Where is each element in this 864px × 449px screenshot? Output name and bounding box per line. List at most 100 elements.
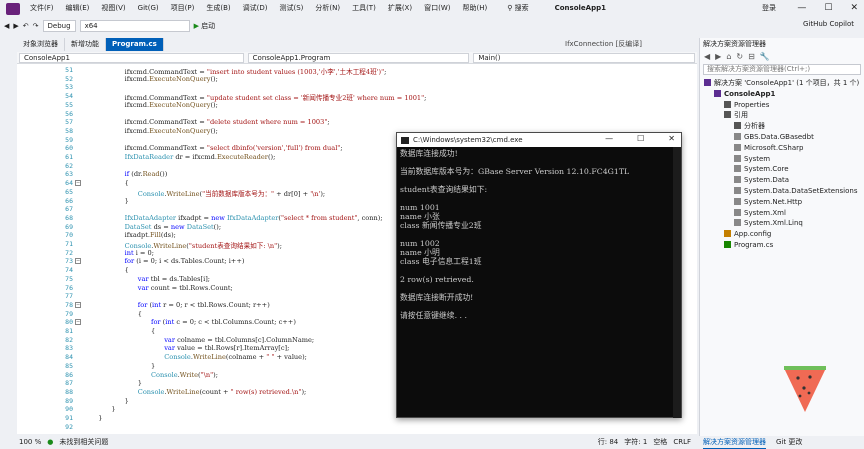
close-icon[interactable]: ✕ <box>668 134 675 143</box>
menu-item-4[interactable]: 项目(P) <box>165 0 201 17</box>
tree-item[interactable]: System.Data <box>734 175 789 185</box>
forward-icon[interactable]: ▶ <box>13 22 18 30</box>
tree-item[interactable]: Microsoft.CSharp <box>734 143 803 153</box>
cmd-scrollbar[interactable] <box>673 147 681 418</box>
refresh-icon[interactable]: ↻ <box>736 52 743 61</box>
menu-item-6[interactable]: 调试(D) <box>237 0 274 17</box>
tree-item[interactable]: GBS.Data.GBasedbt <box>734 132 814 142</box>
search-button[interactable]: ⚲ 搜索 <box>501 0 534 17</box>
cmd-line <box>400 302 678 311</box>
forward-icon[interactable]: ▶ <box>715 52 721 61</box>
tab-0[interactable]: 对象浏览器 <box>17 38 65 51</box>
tree-item[interactable]: 引用 <box>724 110 748 120</box>
spaces-status[interactable]: 空格 <box>653 437 667 447</box>
window-controls: — ☐ ✕ <box>797 3 858 13</box>
back-icon[interactable]: ◀ <box>4 22 9 30</box>
tab-solution-0[interactable]: 解决方案资源管理器 <box>703 436 766 449</box>
eol-status[interactable]: CRLF <box>673 438 691 446</box>
config-select[interactable]: Debug <box>42 19 76 32</box>
login-button[interactable]: 登录 <box>762 3 776 13</box>
properties-icon[interactable]: 🔧 <box>760 52 770 61</box>
maximize-icon[interactable]: ☐ <box>637 134 644 143</box>
tree-item[interactable]: System.Data.DataSetExtensions <box>734 186 858 196</box>
collapse-all-icon[interactable]: ⊟ <box>748 52 755 61</box>
fold-toggle[interactable]: − <box>75 180 81 187</box>
tree-item[interactable]: Properties <box>724 100 769 110</box>
tree-item-icon <box>734 143 741 151</box>
tree-item[interactable]: System.Xml.Linq <box>734 218 803 228</box>
menu-item-11[interactable]: 窗口(W) <box>418 0 456 17</box>
home-icon[interactable]: ⌂ <box>726 52 731 61</box>
line-number: 82 <box>65 335 73 344</box>
platform-select[interactable]: x64 <box>79 19 190 32</box>
fold-toggle[interactable]: − <box>75 319 81 326</box>
menu-item-2[interactable]: 视图(V) <box>95 0 131 17</box>
tree-item[interactable]: Program.cs <box>724 240 773 250</box>
code-token: "select * from student" <box>281 213 358 222</box>
start-button[interactable]: ▶ 启动 <box>194 21 216 31</box>
code-token: WriteLine <box>153 242 187 250</box>
close-icon[interactable]: ✕ <box>850 3 858 13</box>
tree-item[interactable]: System.Xml <box>734 208 786 218</box>
project-dropdown[interactable]: ConsoleApp1 <box>19 53 244 63</box>
menu-item-3[interactable]: Git(G) <box>132 0 165 17</box>
line-number: 88 <box>65 387 73 396</box>
code-token: '\n' <box>310 189 321 198</box>
tab-2[interactable]: Program.cs <box>106 38 164 51</box>
copilot-button[interactable]: GitHub Copilot <box>803 20 854 28</box>
solution-search-input[interactable]: 搜索解决方案资源管理器(Ctrl+;) <box>703 64 861 75</box>
fold-toggle[interactable]: − <box>75 258 81 265</box>
menu-item-0[interactable]: 文件(F) <box>24 0 60 17</box>
line-number: 68 <box>65 213 73 222</box>
tree-item-label: 解决方案 'ConsoleApp1' (1 个项目，共 1 个) <box>714 79 860 87</box>
minimize-icon[interactable]: — <box>797 3 806 13</box>
app-name: ConsoleApp1 <box>554 4 606 12</box>
menu-item-5[interactable]: 生成(B) <box>200 0 236 17</box>
tab-ifxconnection[interactable]: IfxConnection [反编译] <box>565 38 642 51</box>
back-icon[interactable]: ◀ <box>704 52 710 61</box>
tree-item-icon <box>734 176 741 184</box>
tab-solution-1[interactable]: Git 更改 <box>776 436 802 449</box>
issues-status[interactable]: 未找到相关问题 <box>59 437 108 447</box>
tree-item[interactable]: ConsoleApp1 <box>714 89 775 99</box>
tab-1[interactable]: 新增功能 <box>65 38 106 51</box>
undo-icon[interactable]: ↶ <box>23 22 29 30</box>
toolbar: ◀ ▶ ↶ ↷ Debug x64 ▶ 启动 GitHub Copilot <box>0 17 864 34</box>
tree-item-icon <box>734 133 741 140</box>
tree-item[interactable]: System.Net.Http <box>734 197 802 207</box>
cmd-window[interactable]: C:\Windows\system32\cmd.exe — ☐ ✕ 数据库连接成… <box>396 132 682 418</box>
tree-item[interactable]: System.Core <box>734 164 789 174</box>
class-dropdown[interactable]: ConsoleApp1.Program <box>247 53 470 63</box>
fold-toggle[interactable]: − <box>75 301 81 308</box>
line-number: 89 <box>65 396 73 405</box>
tree-item[interactable]: 解决方案 'ConsoleApp1' (1 个项目，共 1 个) <box>704 78 859 88</box>
code-token: var <box>164 344 175 353</box>
redo-icon[interactable]: ↷ <box>33 22 39 30</box>
tree-item[interactable]: System <box>734 154 770 164</box>
code-token: ); <box>301 387 307 396</box>
tree-item[interactable]: 分析器 <box>734 121 765 131</box>
minimize-icon[interactable]: — <box>605 134 613 143</box>
cmd-title-bar[interactable]: C:\Windows\system32\cmd.exe — ☐ ✕ <box>397 133 681 147</box>
member-dropdown[interactable]: Main() <box>473 53 695 63</box>
tree-item[interactable]: App.config <box>724 229 771 239</box>
code-token: DataSet <box>124 222 152 231</box>
line-number: 71 <box>65 240 73 248</box>
menu-item-1[interactable]: 编辑(E) <box>60 0 96 17</box>
code-line: ifxcmd.CommandText = "select dbinfo('ver… <box>125 144 343 152</box>
code-line: for (int c = 0; c < tbl.Columns.Count; c… <box>151 318 296 326</box>
maximize-icon[interactable]: ☐ <box>824 3 832 13</box>
menu-item-8[interactable]: 分析(N) <box>309 0 346 17</box>
tree-item-icon <box>714 89 721 97</box>
tree-item-label: Microsoft.CSharp <box>744 143 804 152</box>
menu-item-9[interactable]: 工具(T) <box>346 0 382 17</box>
code-token: { <box>137 309 142 318</box>
code-token: ()) <box>159 170 168 179</box>
zoom-level[interactable]: 100 % <box>19 438 41 446</box>
code-token: ifxcmd. <box>124 100 150 109</box>
menu-item-10[interactable]: 扩展(X) <box>382 0 418 17</box>
menu-item-12[interactable]: 帮助(H) <box>456 0 493 17</box>
line-number: 80 <box>65 318 73 327</box>
code-token: } <box>124 196 129 205</box>
menu-item-7[interactable]: 测试(S) <box>273 0 309 17</box>
